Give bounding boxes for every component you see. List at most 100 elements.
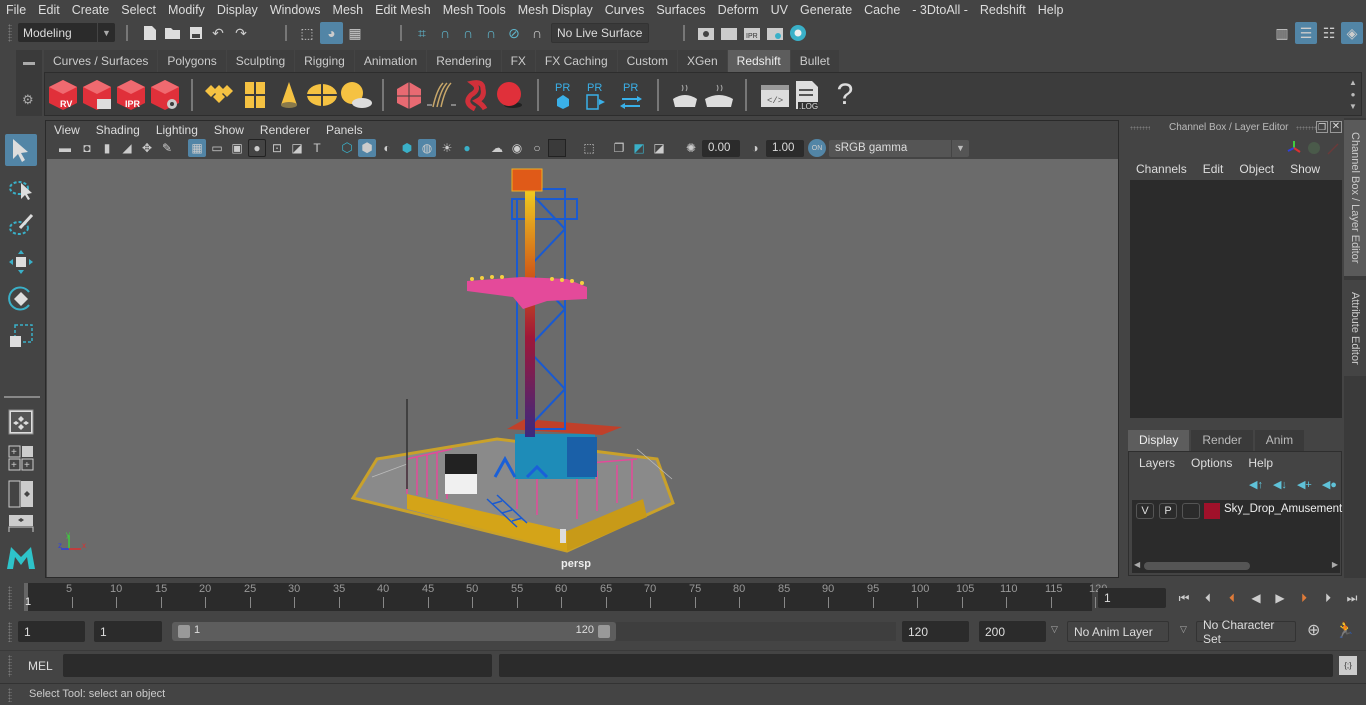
channel-box-menu-show[interactable]: Show [1290,162,1320,176]
layer-type-toggle[interactable] [1182,503,1200,519]
scroll-left-icon[interactable]: ◀ [1134,560,1140,569]
snap-to-view-plane-icon[interactable]: ∩ [481,23,501,43]
undo-icon[interactable]: ↶ [208,23,228,43]
move-layer-down-icon[interactable]: ◀↓ [1273,478,1287,491]
command-line-grip[interactable] [8,655,12,677]
shelf-tab-polygons[interactable]: Polygons [158,50,227,72]
layer-list-hscrollbar[interactable]: ◀ ▶ [1132,560,1340,572]
step-forward-key-icon[interactable]: ⏵ [1293,588,1315,608]
viewport-menu-panels[interactable]: Panels [318,123,371,137]
redshift-ies-light-icon[interactable] [273,79,305,111]
character-set-select[interactable]: No Character Set [1196,618,1296,646]
channel-box-menu-object[interactable]: Object [1239,162,1274,176]
redshift-hair-icon[interactable] [425,79,457,111]
render-current-frame-icon[interactable] [719,23,739,43]
step-forward-frame-icon[interactable]: ⏵ [1317,588,1339,608]
layers-toggle-icon[interactable]: ◈ [1341,22,1363,44]
shelf-tab-custom[interactable]: Custom [617,50,678,72]
menu-modify[interactable]: Modify [162,3,211,17]
layer-color-swatch[interactable] [1204,503,1220,519]
live-surface-field[interactable]: No Live Surface [551,23,649,43]
safe-action-icon[interactable]: ◪ [288,139,306,157]
menu-create[interactable]: Create [66,3,116,17]
redshift-log-icon[interactable]: .LOG [793,79,825,111]
channel-box-list[interactable] [1130,180,1342,418]
layer-tab-render[interactable]: Render [1191,430,1253,451]
new-empty-layer-icon[interactable]: ◀+ [1297,478,1312,491]
xray-active-components-icon[interactable]: ◩ [630,139,648,157]
range-end-handle[interactable] [598,625,610,638]
menu-surfaces[interactable]: Surfaces [650,3,711,17]
select-by-component-icon[interactable]: ▦ [345,23,365,43]
panel-grip[interactable] [1130,126,1150,130]
viewport-menu-view[interactable]: View [46,123,88,137]
xray-joints-icon[interactable]: ◪ [650,139,668,157]
menu-uv[interactable]: UV [765,3,794,17]
safe-title-icon[interactable]: T [308,139,326,157]
tab-channel-box-layer-editor[interactable]: Channel Box / Layer Editor [1344,120,1366,276]
menu-display[interactable]: Display [211,3,264,17]
close-panel-icon[interactable]: ✕ [1330,121,1342,133]
shelf-tabs-menu-icon[interactable] [23,62,35,65]
range-start-handle[interactable] [178,625,190,638]
bookmark-icon[interactable]: ▮ [98,139,116,157]
exposure-field[interactable]: 0.00 [702,140,740,157]
pr-proxy-import-icon[interactable]: PR [583,79,615,111]
viewport-menu-shading[interactable]: Shading [88,123,148,137]
range-grip[interactable] [8,622,12,642]
redshift-volume-icon[interactable] [461,79,493,112]
paint-select-tool-icon[interactable] [5,209,37,241]
select-by-object-icon[interactable]: ◕ [320,22,343,44]
grid-toggle-icon[interactable]: ▦ [188,139,206,157]
rotate-tool-icon[interactable] [5,283,37,315]
move-layer-up-icon[interactable]: ◀↑ [1249,478,1263,491]
animation-start-field[interactable]: 1 [18,621,85,642]
smooth-shade-icon[interactable]: ⬢ [358,139,376,157]
default-material-icon[interactable]: ◐ [378,139,396,157]
shelf-tab-rendering[interactable]: Rendering [427,50,502,72]
camera-attributes-icon[interactable]: ◘ [78,139,96,157]
color-space-select[interactable]: sRGB gamma ▼ [829,140,969,157]
screen-space-ao-icon[interactable]: ☁ [488,139,506,157]
menu-mesh[interactable]: Mesh [327,3,370,17]
layer-menu-layers[interactable]: Layers [1139,456,1175,470]
menu-3dtoall[interactable]: - 3DtoAll - [906,3,974,17]
redshift-ipr-icon[interactable]: IPR [115,79,147,111]
redshift-dome-light-icon[interactable] [305,79,337,111]
four-view-layout-icon[interactable]: + + + [5,442,37,474]
snap-to-grid-icon[interactable]: ⌗ [412,23,432,43]
scale-tool-icon[interactable] [5,320,37,352]
2d-pan-zoom-icon[interactable]: ✥ [138,139,156,157]
go-to-end-icon[interactable]: ⏭ [1341,588,1363,608]
layer-tab-anim[interactable]: Anim [1254,430,1305,451]
render-view-icon[interactable] [696,23,716,43]
channel-box-menu-channels[interactable]: Channels [1136,162,1187,176]
viewport-menu-lighting[interactable]: Lighting [148,123,206,137]
pr-proxy-swap-icon[interactable]: PR [618,79,650,111]
snap-to-projected-center-icon[interactable]: ⊘ [504,23,524,43]
isolate-select-icon[interactable]: ⬚ [580,139,598,157]
viewport-menu-show[interactable]: Show [206,123,252,137]
shelf-tab-sculpting[interactable]: Sculpting [226,50,296,72]
save-scene-icon[interactable] [186,23,206,43]
anim-layer-dropdown-icon[interactable]: ▽ [1051,624,1058,635]
menu-help[interactable]: Help [1032,3,1070,17]
menu-generate[interactable]: Generate [794,3,858,17]
select-by-hierarchy-icon[interactable]: ⬚ [297,23,317,43]
animation-preferences-icon[interactable]: 🏃 [1335,620,1355,640]
layer-visibility-toggle[interactable]: V [1136,503,1154,519]
open-scene-icon[interactable] [163,23,183,43]
menu-mesh-tools[interactable]: Mesh Tools [437,3,512,17]
shelf-tab-animation[interactable]: Animation [354,50,428,72]
time-slider[interactable]: 1 5 10 15 20 25 30 35 40 45 50 55 60 65 70 75 80 85 90 95 1… [24,583,1107,611]
menu-cache[interactable]: Cache [858,3,906,17]
tab-attribute-editor[interactable]: Attribute Editor [1344,280,1366,376]
menu-windows[interactable]: Windows [264,3,327,17]
exposure-icon[interactable]: ✺ [682,139,700,157]
pr-proxy-export-icon[interactable]: PR [551,79,583,111]
field-chart-icon[interactable]: ⊡ [268,139,286,157]
render-settings-icon[interactable] [765,23,785,43]
depth-of-field-icon[interactable] [548,139,566,157]
new-layer-from-selected-icon[interactable]: ◀● [1322,478,1337,491]
redo-icon[interactable]: ↷ [231,23,251,43]
